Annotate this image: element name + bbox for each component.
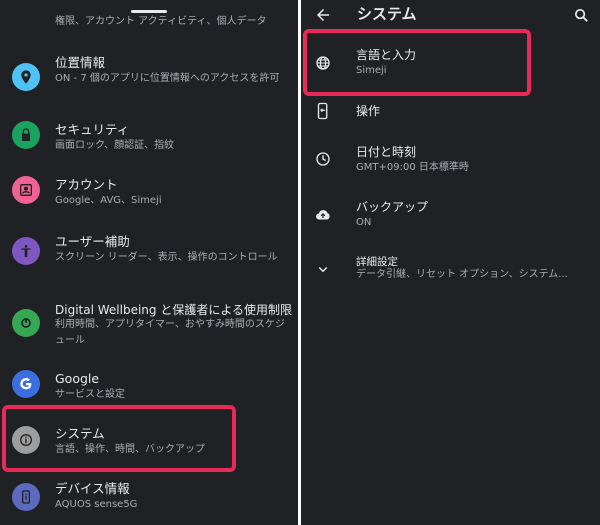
system-item-advanced[interactable]: 詳細設定 データ引継、リセット オプション、システム... xyxy=(301,251,600,287)
system-item-subtitle: データ引継、リセット オプション、システム... xyxy=(356,269,568,280)
search-button[interactable] xyxy=(570,4,592,26)
back-arrow-icon xyxy=(317,9,329,21)
system-settings-panel: システム 言語と入力 Simeji 操作 日付と時刻 GMT+09:00 日本標… xyxy=(301,0,600,525)
system-item-subtitle: Simeji xyxy=(356,65,387,76)
account-icon xyxy=(12,176,40,204)
system-item-title: 日付と時刻 xyxy=(356,145,417,159)
wellbeing-icon xyxy=(12,309,40,337)
settings-item-subtitle: サービスと設定 xyxy=(55,389,125,400)
settings-item-subtitle: 画面ロック、顔認証、指紋 xyxy=(55,140,175,151)
settings-item-subtitle: Google、AVG、Simeji xyxy=(55,195,162,206)
settings-item-title: Google xyxy=(55,371,100,386)
settings-item-subtitle: 利用時間、アプリタイマー、おやすみ時間のスケジュール xyxy=(55,319,285,346)
system-item-subtitle: ON xyxy=(356,217,372,228)
settings-item-system[interactable]: システム 言語、操作、時間、バックアップ xyxy=(0,420,298,460)
drag-handle[interactable] xyxy=(131,10,167,13)
back-button[interactable] xyxy=(311,4,335,26)
settings-item-title: デバイス情報 xyxy=(55,481,130,496)
settings-item-accessibility[interactable]: ユーザー補助 スクリーン リーダー、表示、操作のコントロール xyxy=(0,228,298,272)
settings-item-google[interactable]: Google サービスと設定 xyxy=(0,365,298,405)
settings-item-location[interactable]: 位置情報 ON - 7 個のアプリに位置情報へのアクセスを許可 xyxy=(0,52,298,102)
chevron-down-icon xyxy=(312,258,334,280)
info-icon xyxy=(12,426,40,454)
settings-item-security[interactable]: セキュリティ 画面ロック、顔認証、指紋 xyxy=(0,116,298,156)
settings-item-title: アカウント xyxy=(55,177,118,192)
gesture-phone-icon xyxy=(312,100,334,122)
accessibility-icon xyxy=(12,237,40,265)
cloud-upload-icon xyxy=(312,204,334,226)
settings-main-panel: 権限、アカウント アクティビティ、個人データ 位置情報 ON - 7 個のアプリ… xyxy=(0,0,298,525)
page-title: システム xyxy=(357,5,417,23)
settings-item-subtitle: スクリーン リーダー、表示、操作のコントロール xyxy=(55,252,278,263)
settings-item-title: Digital Wellbeing と保護者による使用制限 xyxy=(55,303,292,317)
settings-item-title: セキュリティ xyxy=(55,122,130,137)
google-icon xyxy=(12,370,40,398)
system-item-backup[interactable]: バックアップ ON xyxy=(301,195,600,235)
settings-item-subtitle: AQUOS sense5G xyxy=(55,499,138,510)
location-pin-icon xyxy=(12,63,40,91)
lock-icon xyxy=(12,121,40,149)
system-item-title: バックアップ xyxy=(356,200,429,214)
settings-item-title: 位置情報 xyxy=(55,55,106,70)
settings-item-account[interactable]: アカウント Google、AVG、Simeji xyxy=(0,171,298,211)
privacy-subtitle-partial: 権限、アカウント アクティビティ、個人データ xyxy=(55,16,267,27)
globe-icon xyxy=(312,52,334,74)
system-item-subtitle: GMT+09:00 日本標準時 xyxy=(356,162,469,173)
system-item-title: 言語と入力 xyxy=(356,48,417,62)
system-item-gestures[interactable]: 操作 xyxy=(301,97,600,125)
settings-item-subtitle: 言語、操作、時間、バックアップ xyxy=(55,444,205,455)
settings-item-digital-wellbeing[interactable]: Digital Wellbeing と保護者による使用制限 利用時間、アプリタイ… xyxy=(0,296,298,350)
search-icon xyxy=(574,8,588,22)
clock-icon xyxy=(312,148,334,170)
device-info-icon xyxy=(12,483,40,511)
system-item-language-input[interactable]: 言語と入力 Simeji xyxy=(301,42,600,84)
settings-item-device-info[interactable]: デバイス情報 AQUOS sense5G xyxy=(0,478,298,518)
toolbar: システム xyxy=(301,0,600,30)
settings-item-title: ユーザー補助 xyxy=(55,234,130,249)
system-item-title: 操作 xyxy=(356,104,381,118)
system-item-date-time[interactable]: 日付と時刻 GMT+09:00 日本標準時 xyxy=(301,140,600,180)
settings-item-subtitle: ON - 7 個のアプリに位置情報へのアクセスを許可 xyxy=(55,73,280,84)
settings-item-title: システム xyxy=(55,426,105,441)
